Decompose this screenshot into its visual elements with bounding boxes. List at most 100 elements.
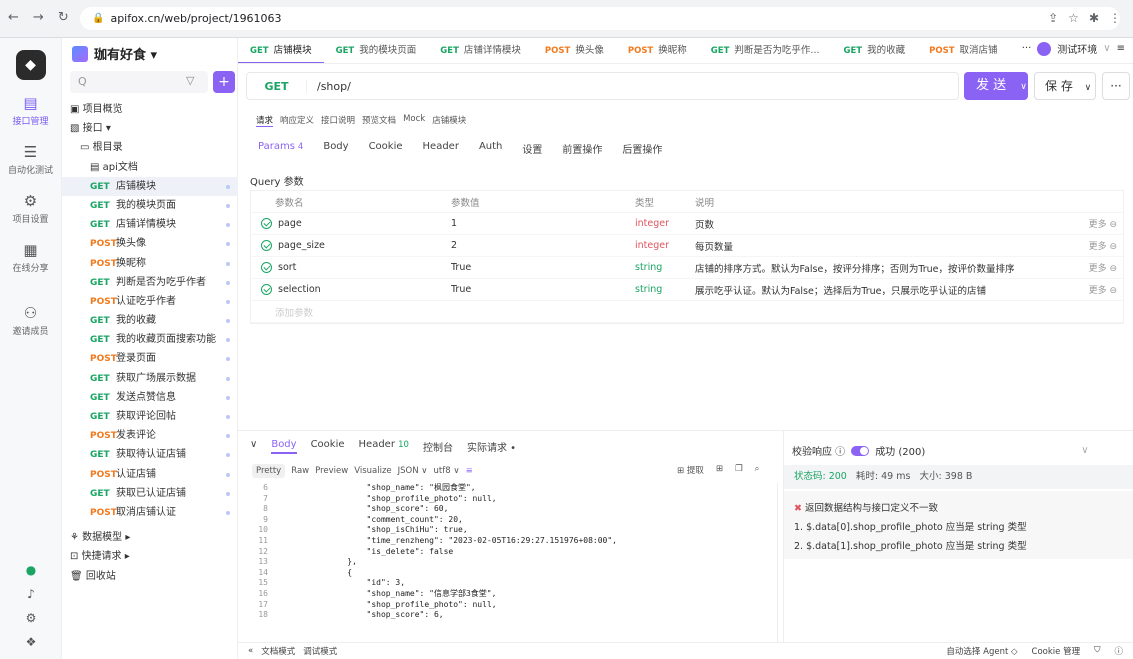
collapse-sidebar-icon[interactable]: « bbox=[248, 646, 253, 656]
reload-icon[interactable]: ↻ bbox=[58, 10, 69, 25]
project-selector[interactable]: 珈有好食 ▾ bbox=[72, 44, 157, 63]
param-row[interactable]: sort True string 店铺的排序方式。默认为False，按评分排序；否则为… bbox=[251, 257, 1123, 279]
avatar[interactable]: ● bbox=[0, 563, 62, 577]
param-tab[interactable]: Cookie bbox=[369, 141, 403, 156]
tree-root[interactable]: ▭ 根目录 bbox=[62, 138, 238, 157]
view-raw[interactable]: Raw bbox=[291, 466, 309, 476]
param-tab[interactable]: 前置操作 bbox=[562, 141, 602, 156]
method-select[interactable]: GET bbox=[247, 79, 307, 93]
validation-result-select[interactable]: 成功 (200) bbox=[875, 443, 925, 458]
param-type[interactable]: integer bbox=[635, 218, 695, 229]
back-icon[interactable]: ← bbox=[8, 10, 19, 25]
send-button[interactable]: 发 送 ∨ bbox=[964, 72, 1028, 100]
param-type[interactable]: string bbox=[635, 262, 695, 273]
rail-share[interactable]: ▦ 在线分享 bbox=[0, 241, 61, 274]
param-name[interactable]: page bbox=[278, 218, 302, 229]
tabs-overflow-icon[interactable]: ··· bbox=[1022, 43, 1032, 54]
request-tab[interactable]: GET 我的收藏 bbox=[831, 38, 917, 63]
resp-tab-cookie[interactable]: Cookie bbox=[311, 439, 345, 454]
rail-invite[interactable]: ⚇ 邀请成员 bbox=[0, 304, 61, 337]
tree-item[interactable]: GET 获取待认证店铺 bbox=[62, 445, 238, 464]
tree-item[interactable]: GET 我的模块页面 bbox=[62, 196, 238, 215]
bell-icon[interactable]: ♪ bbox=[0, 587, 62, 601]
tree-item[interactable]: POST发表评论 bbox=[62, 426, 238, 445]
param-tab[interactable]: 设置 bbox=[522, 141, 542, 156]
hamburger-icon[interactable]: ≡ bbox=[1117, 43, 1125, 54]
doc-mode-button[interactable]: 文档模式 bbox=[261, 645, 295, 657]
view-pretty[interactable]: Pretty bbox=[252, 464, 286, 478]
tree-item[interactable]: POST换头像 bbox=[62, 234, 238, 253]
wrap-icon[interactable]: ≡ bbox=[466, 466, 473, 476]
param-desc[interactable]: 店铺的排序方式。默认为False，按评分排序；否则为True，按评价数量排序 bbox=[695, 261, 1075, 275]
tree-item[interactable]: POST登录页面 bbox=[62, 349, 238, 368]
download-icon[interactable]: ⊞ bbox=[716, 464, 723, 476]
param-value[interactable]: True bbox=[451, 262, 635, 273]
request-tab[interactable]: POST 换昵称 bbox=[616, 38, 699, 63]
tree-item[interactable]: GET 店铺模块 bbox=[62, 176, 238, 196]
param-row[interactable]: page_size 2 integer 每页数量 更多 ⊖ bbox=[251, 235, 1123, 257]
rail-auto-test[interactable]: ☰ 自动化测试 bbox=[0, 143, 61, 176]
check-icon[interactable] bbox=[261, 240, 272, 251]
search-icon[interactable]: ⌕ bbox=[755, 464, 760, 476]
doc-subtab[interactable]: Mock bbox=[403, 114, 425, 127]
param-tab[interactable]: Auth bbox=[479, 141, 502, 156]
filter-icon[interactable]: ▽ bbox=[186, 74, 194, 87]
doc-subtab[interactable]: 预览文档 bbox=[362, 114, 396, 127]
param-value[interactable]: 1 bbox=[451, 218, 635, 229]
param-row[interactable]: selection True string 展示吃乎认证。默认为False；选择后为T… bbox=[251, 279, 1123, 301]
param-type[interactable]: integer bbox=[635, 240, 695, 251]
request-tab[interactable]: GET 店铺详情模块 bbox=[428, 38, 533, 63]
address-bar[interactable]: 🔒 apifox.cn/web/project/1961063 bbox=[80, 7, 1120, 30]
resp-tab-body[interactable]: Body bbox=[271, 439, 297, 454]
request-url-bar[interactable]: GET /shop/ bbox=[246, 72, 959, 100]
tree-overview[interactable]: ▣ 项目概览 bbox=[62, 100, 238, 119]
response-code[interactable]: 6 "shop_name": "枫园食堂", 7 "shop_profile_ph… bbox=[248, 483, 778, 643]
help-icon[interactable]: ❖ bbox=[0, 635, 62, 649]
encoding-select[interactable]: utf8 ∨ bbox=[434, 466, 460, 476]
tree-item[interactable]: POST认证吃乎作者 bbox=[62, 292, 238, 311]
doc-subtab[interactable]: 接口说明 bbox=[321, 114, 355, 127]
param-tab[interactable]: Params 4 bbox=[258, 141, 303, 156]
param-more[interactable]: 更多 ⊖ bbox=[1089, 239, 1117, 252]
rail-api-management[interactable]: ▤ 接口管理 bbox=[0, 94, 61, 127]
help-circle-icon[interactable]: ⓘ bbox=[1114, 645, 1123, 657]
tree-item[interactable]: GET 店铺详情模块 bbox=[62, 215, 238, 234]
param-more[interactable]: 更多 ⊖ bbox=[1089, 217, 1117, 230]
more-button[interactable]: ··· bbox=[1102, 72, 1130, 100]
share-icon[interactable]: ⇪ bbox=[1048, 11, 1058, 25]
env-selector[interactable]: ··· 测试环境 ∨ ≡ bbox=[1015, 41, 1125, 56]
tree-api-folder[interactable]: ▧ 接口 ▾ bbox=[62, 119, 238, 138]
param-value[interactable]: 2 bbox=[451, 240, 635, 251]
resp-tab-console[interactable]: 控制台 bbox=[423, 439, 453, 454]
param-more[interactable]: 更多 ⊖ bbox=[1089, 283, 1117, 296]
param-row[interactable]: page 1 integer 页数 更多 ⊖ bbox=[251, 213, 1123, 235]
resp-tab-header[interactable]: Header 10 bbox=[359, 439, 409, 454]
request-tab[interactable]: POST 换头像 bbox=[533, 38, 616, 63]
tree-data-model[interactable]: ⚘ 数据模型 ▸ bbox=[62, 528, 238, 547]
tree-item[interactable]: GET 判断是否为吃乎作者 bbox=[62, 273, 238, 292]
view-preview[interactable]: Preview bbox=[315, 466, 348, 476]
tree-item[interactable]: POST换昵称 bbox=[62, 254, 238, 273]
add-button[interactable]: + bbox=[213, 71, 235, 93]
tree-item[interactable]: POST取消店铺认证 bbox=[62, 503, 238, 522]
doc-subtab[interactable]: 请求 bbox=[256, 114, 274, 127]
copy-icon[interactable]: ❐ bbox=[735, 464, 743, 476]
param-name[interactable]: sort bbox=[278, 262, 296, 273]
shirt-icon[interactable]: ⛉ bbox=[1094, 645, 1100, 657]
url-input[interactable]: /shop/ bbox=[307, 80, 351, 93]
agent-select[interactable]: 自动选择 Agent ◇ bbox=[946, 645, 1017, 657]
param-name[interactable]: selection bbox=[278, 284, 321, 295]
request-tab[interactable]: GET 店铺模块 bbox=[238, 38, 324, 63]
validation-toggle[interactable] bbox=[851, 445, 870, 456]
param-tab[interactable]: Body bbox=[323, 141, 348, 156]
save-button[interactable]: 保 存 ∨ bbox=[1034, 72, 1096, 100]
tree-doc[interactable]: ▤ api文档 bbox=[62, 158, 238, 177]
gear-icon[interactable]: ⚙ bbox=[0, 611, 62, 625]
request-tab[interactable]: POST 取消店铺 bbox=[917, 38, 1009, 63]
tree-item[interactable]: GET 获取已认证店铺 bbox=[62, 484, 238, 503]
tree-item[interactable]: GET 我的收藏 bbox=[62, 311, 238, 330]
param-desc[interactable]: 展示吃乎认证。默认为False；选择后为True，只展示吃乎认证的店铺 bbox=[695, 283, 1075, 297]
doc-subtab[interactable]: 店铺模块 bbox=[432, 114, 466, 127]
doc-subtab[interactable]: 响应定义 bbox=[280, 114, 314, 127]
param-value[interactable]: True bbox=[451, 284, 635, 295]
